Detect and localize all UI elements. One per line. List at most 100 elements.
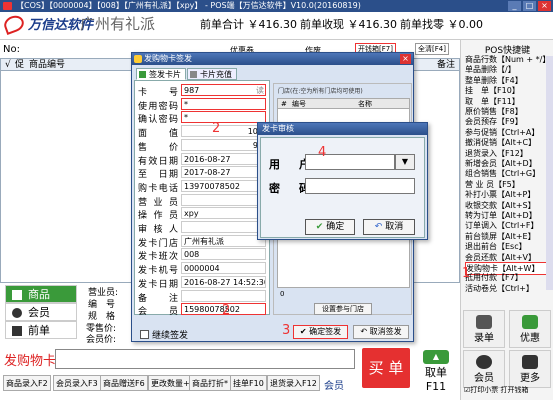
- shortcut-item[interactable]: 取 单【F11】: [465, 96, 549, 107]
- shortcut-item[interactable]: 组合销售【Ctrl+G】: [465, 168, 549, 179]
- shortcut-item[interactable]: 活动卷兑【Ctrl+】: [465, 283, 549, 294]
- field-label: 审 核 人: [138, 225, 178, 235]
- callout-3: 3: [282, 323, 291, 338]
- shortcut-item[interactable]: 撤消促销【Alt+C】: [465, 137, 549, 148]
- shortcut-item[interactable]: 收银交款【Alt+S】: [465, 200, 549, 211]
- vip-bottom-label[interactable]: 会员: [324, 377, 344, 392]
- minimize-button[interactable]: _: [508, 1, 521, 11]
- fkey-button[interactable]: 挂单F10: [230, 375, 267, 391]
- field-input[interactable]: 100: [181, 125, 266, 138]
- shortcut-item[interactable]: 单品删除【/】: [465, 64, 549, 75]
- cancel-issue-button[interactable]: ↶ 取消签发: [353, 325, 409, 339]
- field-input[interactable]: [181, 289, 266, 302]
- open-cashbox-label[interactable]: 打开钱箱: [501, 386, 529, 394]
- set-stores-button[interactable]: 设置参与门店: [314, 303, 372, 315]
- fkey-button[interactable]: 退货录入F12: [267, 375, 320, 391]
- callout-2: 2: [212, 121, 221, 136]
- field-label: 至 日期: [138, 170, 178, 181]
- field-input[interactable]: 008: [181, 248, 266, 261]
- tab-issue-card[interactable]: 签发卡片: [136, 68, 186, 80]
- field-input[interactable]: [181, 221, 266, 233]
- field-input[interactable]: 2017-08-27: [181, 166, 266, 179]
- field-input[interactable]: 90: [181, 138, 266, 151]
- field-input[interactable]: *: [181, 97, 266, 110]
- retrieve-order-button[interactable]: ▲ 取单 F11: [415, 350, 457, 398]
- vip-price-label: 会员价:: [86, 335, 117, 345]
- field-value: xpy: [184, 209, 199, 219]
- discount-label: 优惠: [520, 333, 540, 344]
- left-nav: 商品 会员 前单: [0, 283, 80, 341]
- continue-issue-checkbox[interactable]: 继续签发: [140, 328, 188, 341]
- chevron-down-icon[interactable]: ▼: [395, 154, 415, 170]
- fkey-button[interactable]: 商品打折*: [189, 375, 231, 391]
- shortcut-item[interactable]: 新增会员【Alt+D】: [465, 158, 549, 169]
- audit-title: 发卡审核: [258, 123, 427, 135]
- field-value: 2017-08-27: [184, 168, 231, 178]
- field-input[interactable]: 广州有礼派: [181, 234, 266, 247]
- shortcut-item[interactable]: 商品行数【Num + */】: [465, 54, 549, 65]
- field-input[interactable]: 987 读: [181, 84, 266, 96]
- discount-button[interactable]: 优惠: [509, 310, 551, 348]
- pre-change: 前单找零 ￥0.00: [400, 18, 483, 31]
- field-input[interactable]: 0000004: [181, 262, 266, 275]
- shortcut-item[interactable]: 原价销售【F8】: [465, 106, 549, 117]
- password-input[interactable]: [305, 178, 415, 194]
- card-icon: [134, 55, 142, 63]
- shortcut-item[interactable]: 退货录入【F12】: [465, 148, 549, 159]
- audit-cancel-button[interactable]: ↶ 取消: [363, 219, 415, 235]
- check-icon: ✔: [315, 222, 324, 232]
- audit-cancel-label: 取消: [385, 222, 404, 232]
- checkout-button[interactable]: 买 单: [362, 348, 410, 388]
- shortcut-item[interactable]: 参与促销【Ctrl+A】: [465, 127, 549, 138]
- shortcut-scrollbar[interactable]: [546, 56, 553, 290]
- member-button[interactable]: 会员: [463, 350, 505, 388]
- field-input[interactable]: 2016-08-27: [181, 152, 266, 165]
- field-value: 2016-08-27 14:52:30: [184, 277, 266, 287]
- confirm-issue-label: 确定签发: [309, 327, 342, 336]
- more-button[interactable]: 更多: [509, 350, 551, 388]
- dialog-close-button[interactable]: ×: [400, 54, 411, 64]
- maximize-button[interactable]: □: [523, 1, 536, 11]
- field-input[interactable]: *: [181, 111, 266, 124]
- shortcut-item[interactable]: 会员还款【Alt+V】: [465, 252, 549, 263]
- fkey-button[interactable]: 更改数量+: [148, 375, 193, 391]
- shortcut-item[interactable]: 补打小票【Alt+P】: [465, 189, 549, 200]
- field-label: 有效日期: [138, 156, 178, 167]
- record-button[interactable]: 录单: [463, 310, 505, 348]
- shortcut-item[interactable]: 挂 单【F10】: [465, 85, 549, 96]
- retrieve-key: F11: [425, 380, 447, 393]
- dialog-title: 发购物卡签发: [144, 54, 192, 63]
- shortcut-item[interactable]: 前台锁屏【Alt+E】: [465, 231, 549, 242]
- shortcut-item[interactable]: 营 业 员【F5】: [465, 179, 549, 190]
- shortcut-item[interactable]: 退出前台【Esc】: [465, 241, 549, 252]
- store-col-name: 名称: [358, 100, 372, 108]
- field-value: 广州有礼派: [184, 236, 224, 246]
- shortcut-item[interactable]: 订单调入【Ctrl+F】: [465, 220, 549, 231]
- read-card-button[interactable]: 读: [256, 85, 264, 95]
- tab-recharge-label: 卡片充值: [200, 70, 232, 79]
- barcode-input[interactable]: [55, 349, 355, 369]
- audit-ok-button[interactable]: ✔ 确定: [305, 219, 355, 235]
- field-input[interactable]: 2016-08-27 14:52:30: [181, 275, 266, 288]
- shortcut-item[interactable]: 会员预存【F9】: [465, 116, 549, 127]
- tab-recharge[interactable]: 卡片充值: [187, 68, 237, 80]
- fkey-button[interactable]: 会员录入F3: [53, 375, 101, 391]
- field-input[interactable]: xpy: [181, 207, 266, 220]
- member-tab[interactable]: 会员: [5, 303, 77, 321]
- field-input[interactable]: [181, 193, 266, 206]
- function-label: 发购物卡: [4, 354, 57, 369]
- print-receipt-option[interactable]: ☑打印小票 打开钱箱: [464, 385, 529, 395]
- shortcut-item[interactable]: 转为订单【Alt+D】: [465, 210, 549, 221]
- tab-issue-label: 签发卡片: [149, 70, 181, 79]
- goods-tab[interactable]: 商品: [5, 285, 77, 303]
- front-order-tab[interactable]: 前单: [5, 321, 77, 339]
- fkey-button[interactable]: 商品录入F2: [3, 375, 51, 391]
- field-input[interactable]: 13970078502: [181, 179, 266, 192]
- clear-all-button[interactable]: 全清[F4]: [415, 43, 449, 55]
- close-button[interactable]: ×: [538, 1, 551, 11]
- field-value: 008: [184, 250, 200, 260]
- shortcut-item[interactable]: 整单删除【F4】: [465, 75, 549, 86]
- confirm-issue-button[interactable]: ✔ 确定签发: [293, 325, 348, 339]
- shortcut-item[interactable]: 抵用付款【F7】: [465, 272, 549, 283]
- fkey-button[interactable]: 商品赠送F6: [100, 375, 148, 391]
